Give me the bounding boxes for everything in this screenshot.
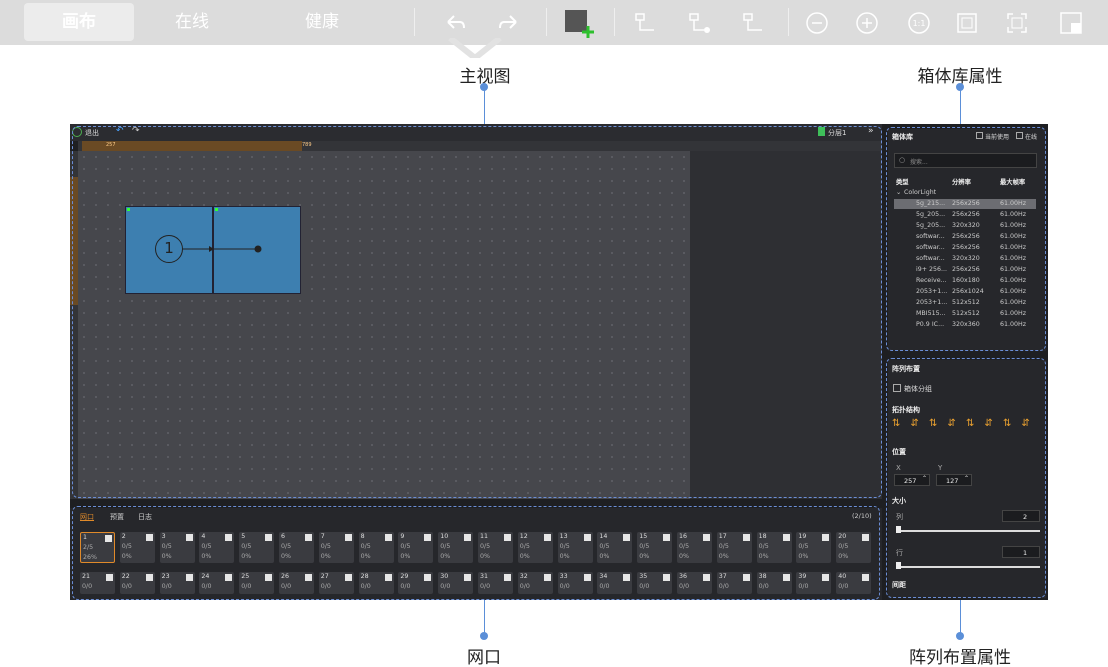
top-toolbar: 画布 在线 健康 1:1 [0, 0, 1108, 45]
route-dot-icon[interactable] [682, 6, 716, 40]
add-cabinet-icon[interactable] [562, 6, 596, 40]
leader-dot [480, 83, 488, 91]
highlight-box [886, 127, 1046, 351]
leader-dot [956, 632, 964, 640]
tab-health[interactable]: 健康 [282, 3, 362, 41]
toolbar-divider [614, 8, 615, 36]
layout-icon[interactable] [1054, 6, 1088, 40]
route-alt-icon[interactable] [736, 6, 770, 40]
toolbar-divider [546, 8, 547, 36]
highlight-box [72, 126, 882, 498]
highlight-box [72, 506, 880, 600]
software-screenshot: 退出 ↶ ↷ 分层1 » 257 789 1 箱体库 当前使用 在线 ○ 搜索.… [70, 124, 1048, 600]
toolbar-divider [788, 8, 789, 36]
fullscreen-icon[interactable] [1000, 6, 1034, 40]
fit-icon[interactable] [950, 6, 984, 40]
zoom-out-icon[interactable] [800, 6, 834, 40]
leader-dot [956, 83, 964, 91]
annotation-port: 网口 [467, 648, 501, 667]
leader-line [960, 600, 961, 636]
figure-root: 画布 在线 健康 1:1 主视图 箱体库属性 退出 ↶ ↷ 分层1 » 257 … [0, 0, 1108, 667]
redo-icon[interactable] [492, 6, 526, 40]
undo-icon[interactable] [438, 6, 472, 40]
leader-dot [480, 632, 488, 640]
zoom-in-icon[interactable] [850, 6, 884, 40]
svg-text:1:1: 1:1 [913, 19, 926, 28]
leader-line [960, 86, 961, 128]
leader-line [484, 600, 485, 636]
zoom-1to1-icon[interactable]: 1:1 [902, 6, 936, 40]
route-icon[interactable] [628, 6, 662, 40]
leader-line [484, 86, 485, 124]
annotation-array-layout: 阵列布置属性 [909, 648, 1011, 667]
tab-online[interactable]: 在线 [152, 3, 232, 41]
tab-canvas[interactable]: 画布 [24, 3, 134, 41]
highlight-box [886, 358, 1046, 598]
watermark [430, 35, 520, 61]
toolbar-divider [414, 8, 415, 36]
